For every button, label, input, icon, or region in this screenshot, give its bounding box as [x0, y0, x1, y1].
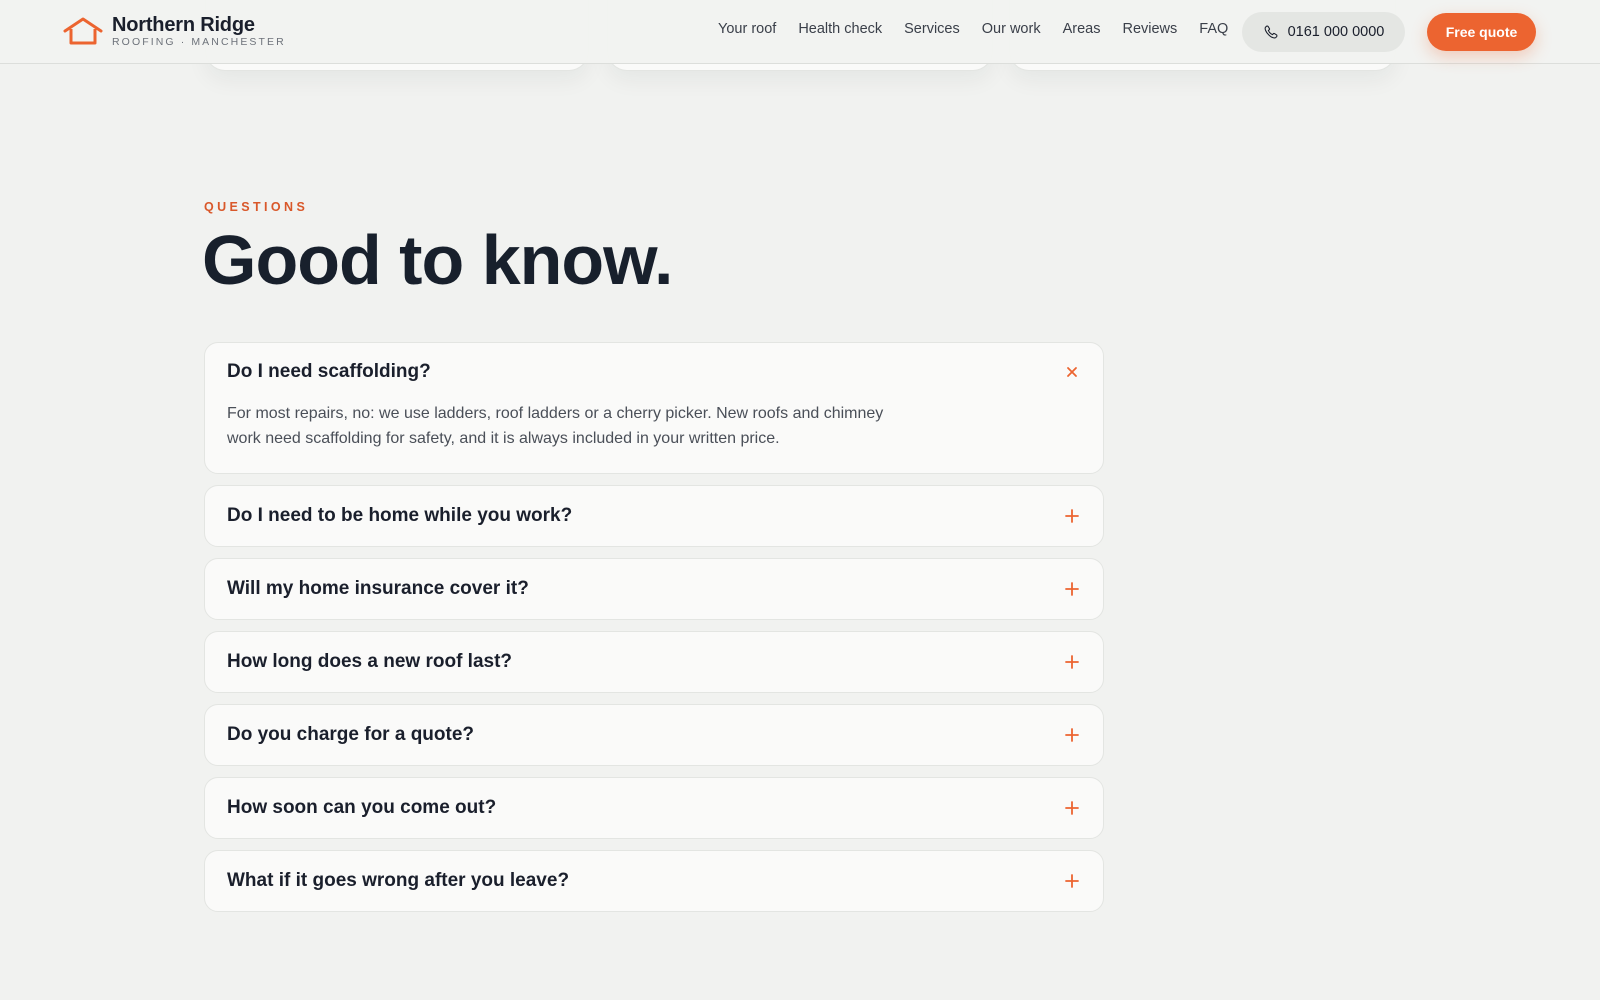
faq-question-toggle[interactable]: How soon can you come out? [205, 778, 1103, 838]
plus-icon[interactable] [1064, 654, 1080, 670]
brand-name: Northern Ridge [112, 14, 255, 36]
section-title: Good to know. [202, 221, 673, 299]
nav-health-check[interactable]: Health check [798, 21, 882, 37]
faq-item: How soon can you come out? [204, 777, 1104, 839]
plus-icon[interactable] [1064, 800, 1080, 816]
plus-icon[interactable] [1064, 873, 1080, 889]
faq-item: What if it goes wrong after you leave? [204, 850, 1104, 912]
faq-question-toggle[interactable]: How long does a new roof last? [205, 632, 1103, 692]
faq-question: Do you charge for a quote? [227, 724, 475, 745]
faq-question-toggle[interactable]: What if it goes wrong after you leave? [205, 851, 1103, 911]
phone-icon [1264, 25, 1278, 39]
faq-question-toggle[interactable]: Do I need to be home while you work? [205, 486, 1103, 546]
phone-button[interactable]: 0161 000 0000 [1242, 12, 1405, 52]
faq-answer: For most repairs, no: we use ladders, ro… [227, 405, 884, 447]
main-nav: Your roof Health check Services Our work… [718, 21, 1228, 37]
faq-question: How soon can you come out? [227, 797, 497, 818]
faq-item: Do you charge for a quote? [204, 704, 1104, 766]
house-icon [63, 17, 103, 45]
faq-item: How long does a new roof last? [204, 631, 1104, 693]
faq-question-toggle[interactable]: Do I need scaffolding? [205, 343, 1103, 401]
site-header: Northern Ridge ROOFING · MANCHESTER Your… [0, 0, 1600, 64]
faq-question-toggle[interactable]: Will my home insurance cover it? [205, 559, 1103, 619]
phone-number: 0161 000 0000 [1287, 24, 1385, 40]
faq-list: Do I need scaffolding? For most repairs,… [204, 342, 1104, 923]
plus-icon[interactable] [1064, 581, 1080, 597]
nav-faq[interactable]: FAQ [1199, 21, 1228, 37]
faq-question: Do I need scaffolding? [227, 361, 431, 382]
section-eyebrow: QUESTIONS [204, 200, 309, 214]
free-quote-button[interactable]: Free quote [1427, 13, 1536, 51]
close-icon[interactable] [1064, 364, 1080, 380]
faq-item: Will my home insurance cover it? [204, 558, 1104, 620]
faq-question: Will my home insurance cover it? [227, 578, 529, 599]
faq-item: Do I need to be home while you work? [204, 485, 1104, 547]
plus-icon[interactable] [1064, 727, 1080, 743]
faq-question: Do I need to be home while you work? [227, 505, 573, 526]
nav-reviews[interactable]: Reviews [1122, 21, 1177, 37]
faq-item: Do I need scaffolding? For most repairs,… [204, 342, 1104, 474]
brand-tagline: ROOFING · MANCHESTER [112, 36, 286, 48]
nav-our-work[interactable]: Our work [982, 21, 1041, 37]
nav-services[interactable]: Services [904, 21, 960, 37]
brand-logo[interactable]: Northern Ridge ROOFING · MANCHESTER [63, 15, 286, 48]
nav-your-roof[interactable]: Your roof [718, 21, 776, 37]
faq-question-toggle[interactable]: Do you charge for a quote? [205, 705, 1103, 765]
faq-question: What if it goes wrong after you leave? [227, 870, 570, 891]
nav-areas[interactable]: Areas [1063, 21, 1101, 37]
faq-question: How long does a new roof last? [227, 651, 513, 672]
plus-icon[interactable] [1064, 508, 1080, 524]
